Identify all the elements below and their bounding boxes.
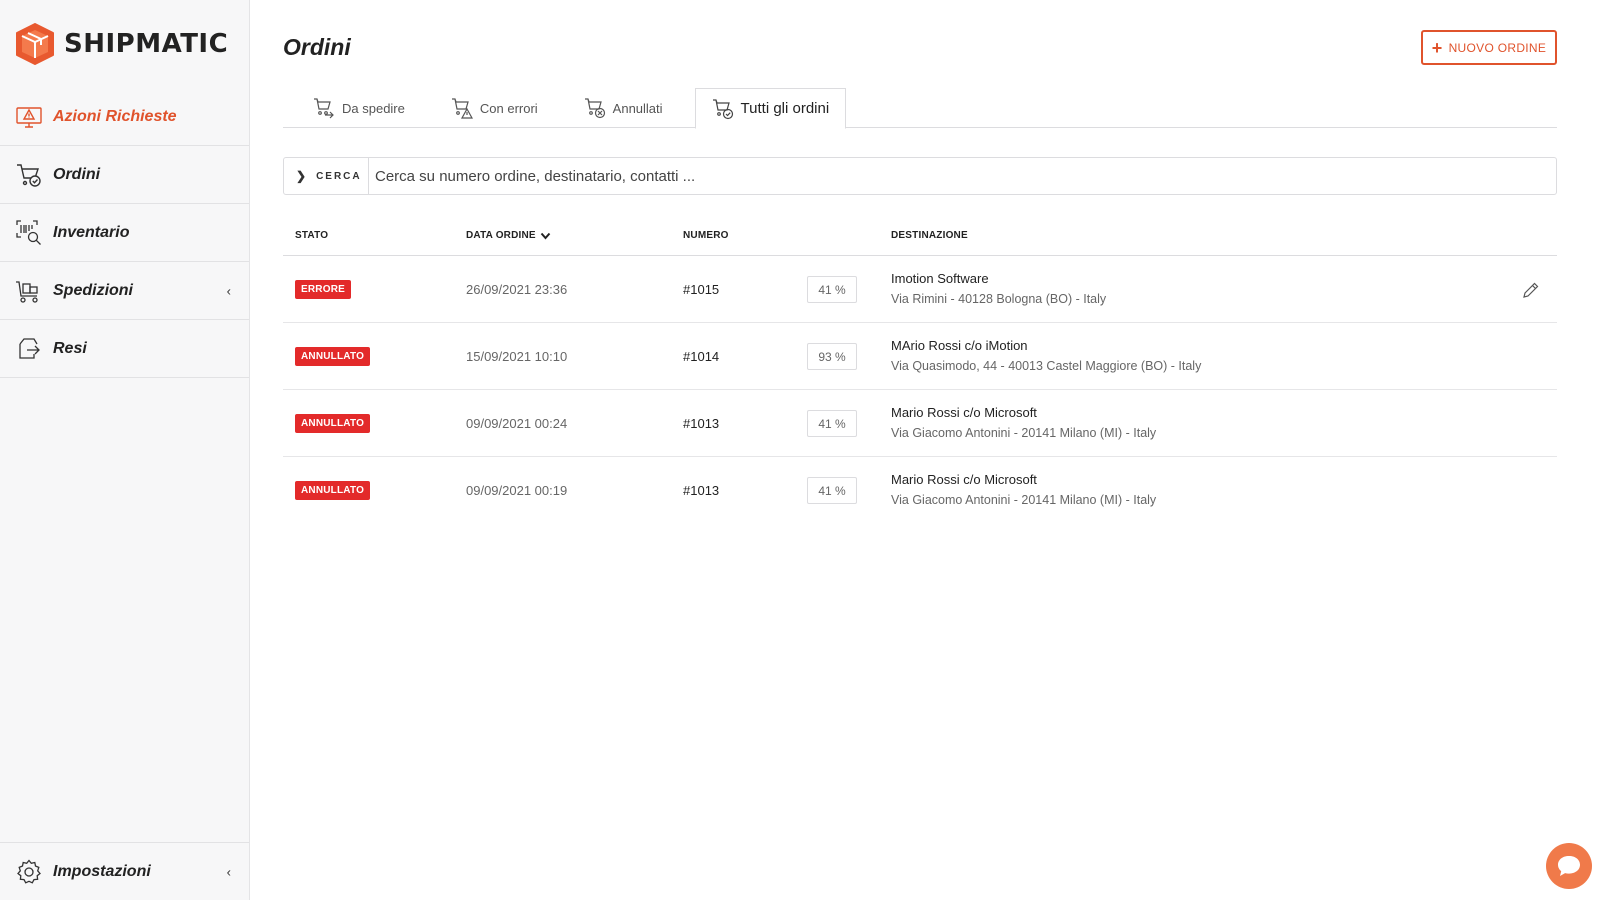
sidebar-item-ordini[interactable]: Ordini [0, 146, 249, 204]
barcode-search-icon [15, 219, 43, 247]
search-bar: ❯ CERCA [283, 157, 1557, 195]
table-row[interactable]: ANNULLATO 15/09/2021 10:10 #1014 93 % MA… [283, 323, 1557, 390]
cart-check-icon [712, 98, 734, 120]
chevron-left-icon: ‹ [226, 283, 231, 298]
order-date: 09/09/2021 00:24 [466, 416, 568, 431]
status-badge: ERRORE [295, 280, 351, 299]
destination-name: Imotion Software [891, 271, 989, 286]
new-order-label: NUOVO ORDINE [1448, 40, 1547, 55]
tab-tutti-gli-ordini[interactable]: Tutti gli ordini [694, 88, 847, 129]
tab-label: Tutti gli ordini [740, 100, 830, 117]
destination-name: MArio Rossi c/o iMotion [891, 338, 1028, 353]
brand-logo[interactable]: SHIPMATIC [14, 22, 228, 66]
order-date: 26/09/2021 23:36 [466, 282, 568, 297]
tab-da-spedire[interactable]: Da spedire [283, 88, 421, 128]
brand-name: SHIPMATIC [64, 29, 229, 59]
sidebar-item-resi[interactable]: Resi [0, 320, 249, 378]
sidebar-item-azioni-richieste[interactable]: Azioni Richieste [0, 88, 249, 146]
search-button[interactable]: ❯ CERCA [284, 158, 369, 194]
order-tabs: Da spedire Con errori Annullati Tutti gl… [283, 88, 1557, 129]
sidebar: SHIPMATIC Azioni Richieste Ordini Invent… [0, 0, 250, 900]
table-header: STATO DATA ORDINE NUMERO DESTINAZIONE [283, 210, 1557, 256]
tab-label: Con errori [479, 100, 538, 116]
orders-table: STATO DATA ORDINE NUMERO DESTINAZIONE ER… [283, 210, 1557, 524]
sidebar-item-label: Ordini [53, 165, 101, 183]
percent-badge: 41 % [807, 477, 857, 504]
search-button-label: CERCA [316, 170, 362, 182]
sidebar-item-impostazioni[interactable]: Impostazioni ‹ [0, 842, 249, 900]
new-order-button[interactable]: + NUOVO ORDINE [1421, 30, 1557, 65]
sidebar-item-inventario[interactable]: Inventario [0, 204, 249, 262]
edit-pencil-icon[interactable] [1521, 280, 1541, 300]
order-date: 09/09/2021 00:19 [466, 483, 568, 498]
box-logo-icon [16, 23, 54, 65]
percent-badge: 41 % [807, 276, 857, 303]
delivery-cart-icon [15, 277, 43, 305]
chevron-left-icon: ‹ [226, 864, 231, 879]
destination-name: Mario Rossi c/o Microsoft [891, 472, 1037, 487]
order-date: 15/09/2021 10:10 [466, 349, 568, 364]
order-number[interactable]: #1014 [683, 349, 719, 364]
sidebar-item-label: Azioni Richieste [53, 107, 177, 125]
cart-warning-icon [451, 97, 473, 119]
sidebar-item-spedizioni[interactable]: Spedizioni ‹ [0, 262, 249, 320]
search-input[interactable] [369, 158, 1556, 194]
status-badge: ANNULLATO [295, 414, 371, 433]
tab-label: Annullati [612, 100, 663, 116]
gear-icon [15, 858, 43, 886]
cart-shipping-icon [313, 97, 335, 119]
sidebar-item-label: Inventario [53, 223, 130, 241]
plus-icon: + [1431, 37, 1443, 58]
destination-address: Via Rimini - 40128 Bologna (BO) - Italy [891, 292, 1107, 306]
sidebar-item-label: Resi [53, 339, 87, 357]
destination-address: Via Quasimodo, 44 - 40013 Castel Maggior… [891, 359, 1202, 373]
tab-label: Da spedire [342, 100, 405, 116]
table-row[interactable]: ANNULLATO 09/09/2021 00:24 #1013 41 % Ma… [283, 390, 1557, 457]
percent-badge: 41 % [807, 410, 857, 437]
return-icon [15, 335, 43, 363]
column-header-label: DATA ORDINE [466, 230, 536, 241]
sidebar-nav: Azioni Richieste Ordini Inventario Spedi… [0, 88, 249, 378]
status-badge: ANNULLATO [295, 481, 371, 500]
cart-cancel-icon [584, 97, 606, 119]
order-number[interactable]: #1013 [683, 416, 719, 431]
page-title: Ordini [283, 34, 351, 60]
column-header-destinazione[interactable]: DESTINAZIONE [891, 230, 968, 241]
destination-address: Via Giacomo Antonini - 20141 Milano (MI)… [891, 426, 1157, 440]
destination-name: Mario Rossi c/o Microsoft [891, 405, 1037, 420]
tab-con-errori[interactable]: Con errori [421, 88, 554, 128]
table-row[interactable]: ERRORE 26/09/2021 23:36 #1015 41 % Imoti… [283, 256, 1557, 323]
column-header-stato[interactable]: STATO [295, 230, 328, 241]
sidebar-item-label: Spedizioni [53, 281, 133, 299]
table-row[interactable]: ANNULLATO 09/09/2021 00:19 #1013 41 % Ma… [283, 457, 1557, 524]
status-badge: ANNULLATO [295, 347, 371, 366]
column-header-numero[interactable]: NUMERO [683, 230, 729, 241]
chat-bubble-icon [1558, 856, 1580, 876]
column-header-data-ordine[interactable]: DATA ORDINE [466, 230, 551, 241]
chevron-right-icon: ❯ [296, 169, 307, 183]
cart-icon [15, 161, 43, 189]
order-number[interactable]: #1013 [683, 483, 719, 498]
sidebar-item-label: Impostazioni [53, 862, 151, 880]
percent-badge: 93 % [807, 343, 857, 370]
order-number[interactable]: #1015 [683, 282, 719, 297]
sort-down-icon [540, 232, 551, 240]
tab-annullati[interactable]: Annullati [554, 88, 679, 128]
alert-monitor-icon [15, 103, 43, 131]
chat-launcher-button[interactable] [1546, 843, 1592, 889]
destination-address: Via Giacomo Antonini - 20141 Milano (MI)… [891, 493, 1157, 507]
